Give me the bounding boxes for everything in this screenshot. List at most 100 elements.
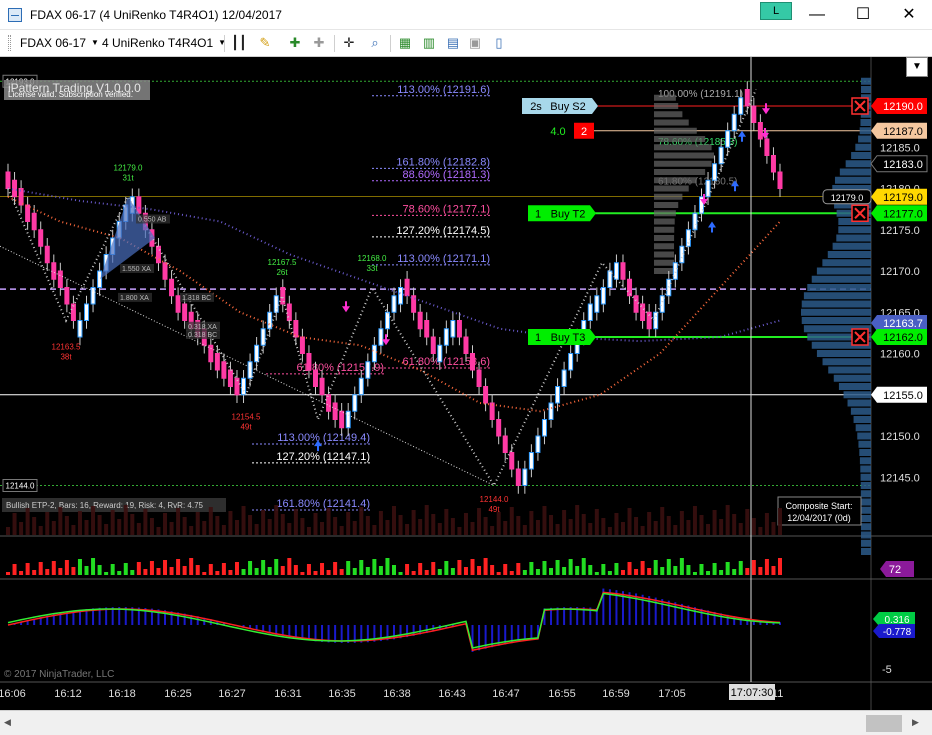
background-volume-bar xyxy=(509,507,514,535)
candle-body xyxy=(541,419,547,437)
volume-bar xyxy=(666,559,671,575)
close-button[interactable]: ✕ xyxy=(886,0,932,30)
candle-body xyxy=(339,410,345,429)
volume-value-label: 72 xyxy=(889,564,901,576)
background-volume-bar xyxy=(437,523,442,535)
pattern-ratio-label: 0.318 XA xyxy=(188,324,217,331)
candle-body xyxy=(25,204,31,222)
volume-profile-bar xyxy=(822,358,871,366)
volume-bar xyxy=(490,565,495,575)
candle-body xyxy=(175,295,181,313)
scroll-left-arrow-icon[interactable]: ◀ xyxy=(4,717,11,728)
zoom-icon[interactable]: ⌕ xyxy=(366,34,384,52)
x-tick-label: 16:47 xyxy=(492,688,520,700)
candle-body xyxy=(227,369,233,387)
volume-bar xyxy=(535,569,540,575)
volume-profile-bar xyxy=(859,449,871,456)
candle-body xyxy=(38,229,44,247)
volume-bar xyxy=(163,560,168,575)
scroll-right-arrow-icon[interactable]: ▶ xyxy=(912,717,919,728)
instrument-selector[interactable]: FDAX 06-17 ▼ xyxy=(20,36,99,50)
candle-body xyxy=(679,245,685,264)
volume-bar xyxy=(241,569,246,575)
volume-profile-bar xyxy=(833,374,871,382)
volume-bar xyxy=(228,570,233,575)
background-volume-bar xyxy=(411,510,416,535)
candle-body xyxy=(443,328,449,346)
save-icon[interactable]: ▣ xyxy=(466,34,484,52)
scroll-thumb[interactable] xyxy=(866,715,902,732)
horizontal-scrollbar[interactable]: ◀ ▶ xyxy=(0,710,932,735)
session-profile-bar xyxy=(654,169,706,175)
layout-icon[interactable]: ▯ xyxy=(490,34,508,52)
order-quantity-label: 1 xyxy=(535,332,541,344)
background-volume-bar xyxy=(719,519,724,535)
background-volume-bar xyxy=(490,526,495,535)
candle-body xyxy=(456,320,462,338)
pattern-ratio-label: 0.318 BC xyxy=(188,332,217,339)
fib-level-label: 127.20% (12147.1) xyxy=(276,451,370,463)
volume-bar xyxy=(398,572,403,575)
candle-body xyxy=(31,212,37,231)
order-quantity-label: 1 xyxy=(535,208,541,220)
add-indicator-icon[interactable]: ✚ xyxy=(286,34,304,52)
x-tick-label: 16:55 xyxy=(548,688,576,700)
volume-profile-bar xyxy=(860,515,871,522)
link-button[interactable]: L xyxy=(760,2,792,20)
chart-panel[interactable]: 12145.012150.012155.012160.012165.012170… xyxy=(0,57,932,710)
volume-profile-bar xyxy=(845,160,871,168)
maximize-button[interactable]: ☐ xyxy=(840,0,886,30)
volume-bar xyxy=(725,562,730,575)
volume-bar xyxy=(110,564,115,575)
volume-bar xyxy=(189,558,194,575)
order-name-label: Buy S2 xyxy=(550,101,585,113)
volume-bar xyxy=(267,567,272,575)
candle-body xyxy=(705,179,711,198)
swing-price-label: 12168.0 xyxy=(358,254,387,263)
price-axis-marker-label: 12179.0 xyxy=(883,192,923,204)
background-volume-bar xyxy=(732,514,737,535)
volume-profile-bar xyxy=(859,457,871,465)
background-volume-bar xyxy=(562,510,567,535)
chart-canvas[interactable]: 12145.012150.012155.012160.012165.012170… xyxy=(0,57,932,710)
volume-bar xyxy=(320,563,325,575)
bar-type-selector[interactable]: 4 UniRenko T4R4O1 ▼ xyxy=(102,36,226,50)
price-axis-marker-label: 12187.0 xyxy=(883,126,923,138)
pencil-icon[interactable]: ✎ xyxy=(256,34,274,52)
background-volume-bar xyxy=(614,513,619,535)
session-profile-bar xyxy=(654,177,697,184)
swing-price-label: 12144.0 xyxy=(480,495,509,504)
toolbar-divider xyxy=(334,35,335,52)
strategy-icon[interactable]: ✚ xyxy=(310,34,328,52)
x-tick-label: 16:27 xyxy=(218,688,246,700)
candle-body xyxy=(247,361,253,379)
candle-body xyxy=(744,89,750,107)
candle-body xyxy=(522,468,528,486)
candle-body xyxy=(293,320,299,338)
toolbar-grip[interactable] xyxy=(8,35,11,51)
volume-bar xyxy=(215,571,220,575)
pattern-ratio-label: 1.550 XA xyxy=(122,266,151,273)
panel-scroll-down-button[interactable]: ▼ xyxy=(906,57,928,77)
background-volume-bar xyxy=(234,520,239,535)
session-profile-bar xyxy=(654,111,683,118)
volume-bar xyxy=(326,570,331,575)
background-volume-bar xyxy=(496,512,501,535)
volume-bar xyxy=(509,571,514,575)
candle-body xyxy=(136,196,142,214)
bar-type-label: 4 UniRenko T4R4O1 xyxy=(102,36,214,50)
candle-body xyxy=(633,295,639,313)
candle-body xyxy=(326,394,332,412)
background-volume-bar xyxy=(660,507,665,535)
volume-bar xyxy=(339,569,344,575)
bar-type-icon[interactable]: ┃┃ xyxy=(230,34,248,52)
volume-bar xyxy=(516,563,521,575)
properties-icon[interactable]: ▤ xyxy=(444,34,462,52)
data-box-icon[interactable]: ▦ xyxy=(396,34,414,52)
background-volume-bar xyxy=(58,507,63,535)
session-profile-bar xyxy=(654,226,675,233)
candle-body xyxy=(424,320,430,338)
chart-style-icon[interactable]: ▥ xyxy=(420,34,438,52)
crosshair-icon[interactable]: ✛ xyxy=(340,34,358,52)
minimize-button[interactable]: — xyxy=(794,0,840,30)
